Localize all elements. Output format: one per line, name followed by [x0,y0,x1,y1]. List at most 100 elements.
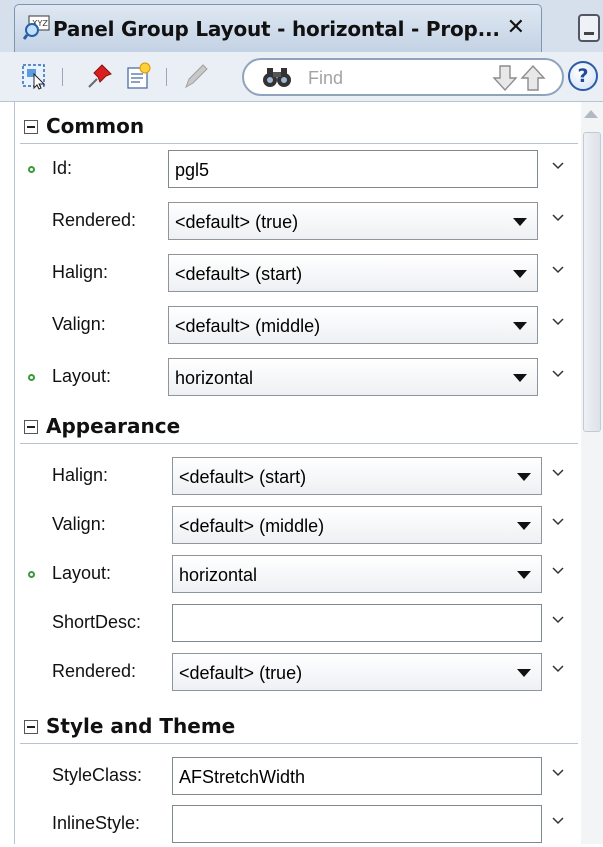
property-menu-chevron-icon[interactable] [552,467,564,479]
dropdown-arrow-icon[interactable] [513,218,527,226]
rendered-dropdown[interactable]: <default> (true) [172,653,542,691]
collapse-icon[interactable] [24,720,38,734]
dropdown-arrow-icon[interactable] [517,473,531,481]
property-row-rendered: Rendered: <default> (true) [14,200,578,244]
property-menu-chevron-icon[interactable] [552,565,564,577]
value-set-indicator [28,571,35,578]
valign-dropdown[interactable]: <default> (middle) [172,506,542,544]
field-value: <default> (true) [175,212,299,232]
property-menu-chevron-icon[interactable] [552,368,564,380]
toolbar-separator [166,68,167,86]
dropdown-arrow-icon[interactable] [517,669,531,677]
property-menu-chevron-icon[interactable] [552,316,564,328]
minimize-button[interactable] [578,14,600,42]
collapse-icon[interactable] [24,420,38,434]
dropdown-arrow-icon[interactable] [517,522,531,530]
property-row-valign: Valign: <default> (middle) [14,304,578,348]
property-label: StyleClass: [52,765,143,785]
help-button[interactable]: ? [568,61,598,91]
property-menu-chevron-icon[interactable] [552,614,564,626]
field-value: horizontal [175,368,254,388]
property-row-rendered: Rendered: <default> (true) [14,651,578,695]
property-label: Halign: [52,262,109,282]
property-row-styleclass: StyleClass: AFStretchWidth [14,755,578,799]
collapse-icon[interactable] [24,120,38,134]
section-title: Common [46,114,145,138]
property-row-halign: Halign: <default> (start) [14,252,578,296]
property-row-layout: Layout: horizontal [14,356,578,400]
section-common-header[interactable]: Common [14,108,578,148]
layout-dropdown[interactable]: horizontal [168,358,538,396]
select-component-icon[interactable] [20,62,48,90]
vertical-scrollbar[interactable] [581,102,603,844]
property-label: InlineStyle: [52,813,141,833]
dropdown-arrow-icon[interactable] [513,374,527,382]
arrow-down-icon[interactable] [492,64,518,92]
binoculars-icon [263,68,291,87]
edit-properties-icon[interactable] [124,62,152,90]
properties-tab[interactable]: XYZ Panel Group Layout - horizontal - Pr… [14,4,542,52]
layout-dropdown[interactable]: horizontal [172,555,542,593]
field-value: AFStretchWidth [179,767,306,787]
scroll-thumb[interactable] [583,132,601,432]
property-menu-chevron-icon[interactable] [552,815,564,827]
property-label: Halign: [52,465,109,485]
property-row-layout: Layout: horizontal [14,553,578,597]
pencil-icon[interactable] [182,62,210,90]
value-set-indicator [28,374,35,381]
property-row-inlinestyle: InlineStyle: [14,803,578,847]
find-input[interactable]: Find [242,58,564,96]
property-label: Id: [52,158,73,178]
property-label: Valign: [52,314,106,334]
field-value: <default> (middle) [175,316,321,336]
scroll-up-icon[interactable] [584,110,598,118]
valign-dropdown[interactable]: <default> (middle) [168,306,538,344]
section-title: Appearance [46,414,181,438]
rendered-dropdown[interactable]: <default> (true) [168,202,538,240]
property-label: Layout: [52,563,112,583]
section-divider [20,443,578,444]
property-row-valign: Valign: <default> (middle) [14,504,578,548]
property-menu-chevron-icon[interactable] [552,767,564,779]
halign-dropdown[interactable]: <default> (start) [172,457,542,495]
panel-title: Panel Group Layout - horizontal - Prop..… [53,17,500,41]
property-menu-chevron-icon[interactable] [552,516,564,528]
field-value: <default> (true) [179,663,303,683]
halign-dropdown[interactable]: <default> (start) [168,254,538,292]
inlinestyle-input[interactable] [172,805,542,843]
toolbar: Find ? [0,52,603,102]
field-value: <default> (start) [175,264,303,284]
property-menu-chevron-icon[interactable] [552,663,564,675]
property-menu-chevron-icon[interactable] [552,160,564,172]
dropdown-arrow-icon[interactable] [513,322,527,330]
section-divider [20,743,578,744]
property-label: Layout: [52,366,112,386]
field-value: <default> (middle) [179,516,325,536]
property-row-halign: Halign: <default> (start) [14,455,578,499]
value-set-indicator [28,166,35,173]
property-row-id: Id: pgl5 [14,148,578,192]
property-inspector-icon: XYZ [23,15,50,40]
pin-icon[interactable] [86,62,114,90]
title-bar: XYZ Panel Group Layout - horizontal - Pr… [0,0,603,52]
property-label: Valign: [52,514,106,534]
shortdesc-input[interactable] [172,604,542,642]
property-label: ShortDesc: [52,612,142,632]
property-label: Rendered: [52,210,137,230]
field-value: pgl5 [175,160,210,180]
close-icon[interactable]: ✕ [507,15,525,41]
section-appearance-header[interactable]: Appearance [14,408,578,448]
id-input[interactable]: pgl5 [168,150,538,188]
property-label: Rendered: [52,661,137,681]
property-menu-chevron-icon[interactable] [552,212,564,224]
toolbar-separator [62,68,63,86]
dropdown-arrow-icon[interactable] [517,571,531,579]
section-style-header[interactable]: Style and Theme [14,708,578,748]
styleclass-input[interactable]: AFStretchWidth [172,757,542,795]
dropdown-arrow-icon[interactable] [513,270,527,278]
field-value: horizontal [179,565,258,585]
section-divider [20,143,578,144]
arrow-up-icon[interactable] [520,64,546,92]
property-menu-chevron-icon[interactable] [552,264,564,276]
property-row-shortdesc: ShortDesc: [14,602,578,646]
